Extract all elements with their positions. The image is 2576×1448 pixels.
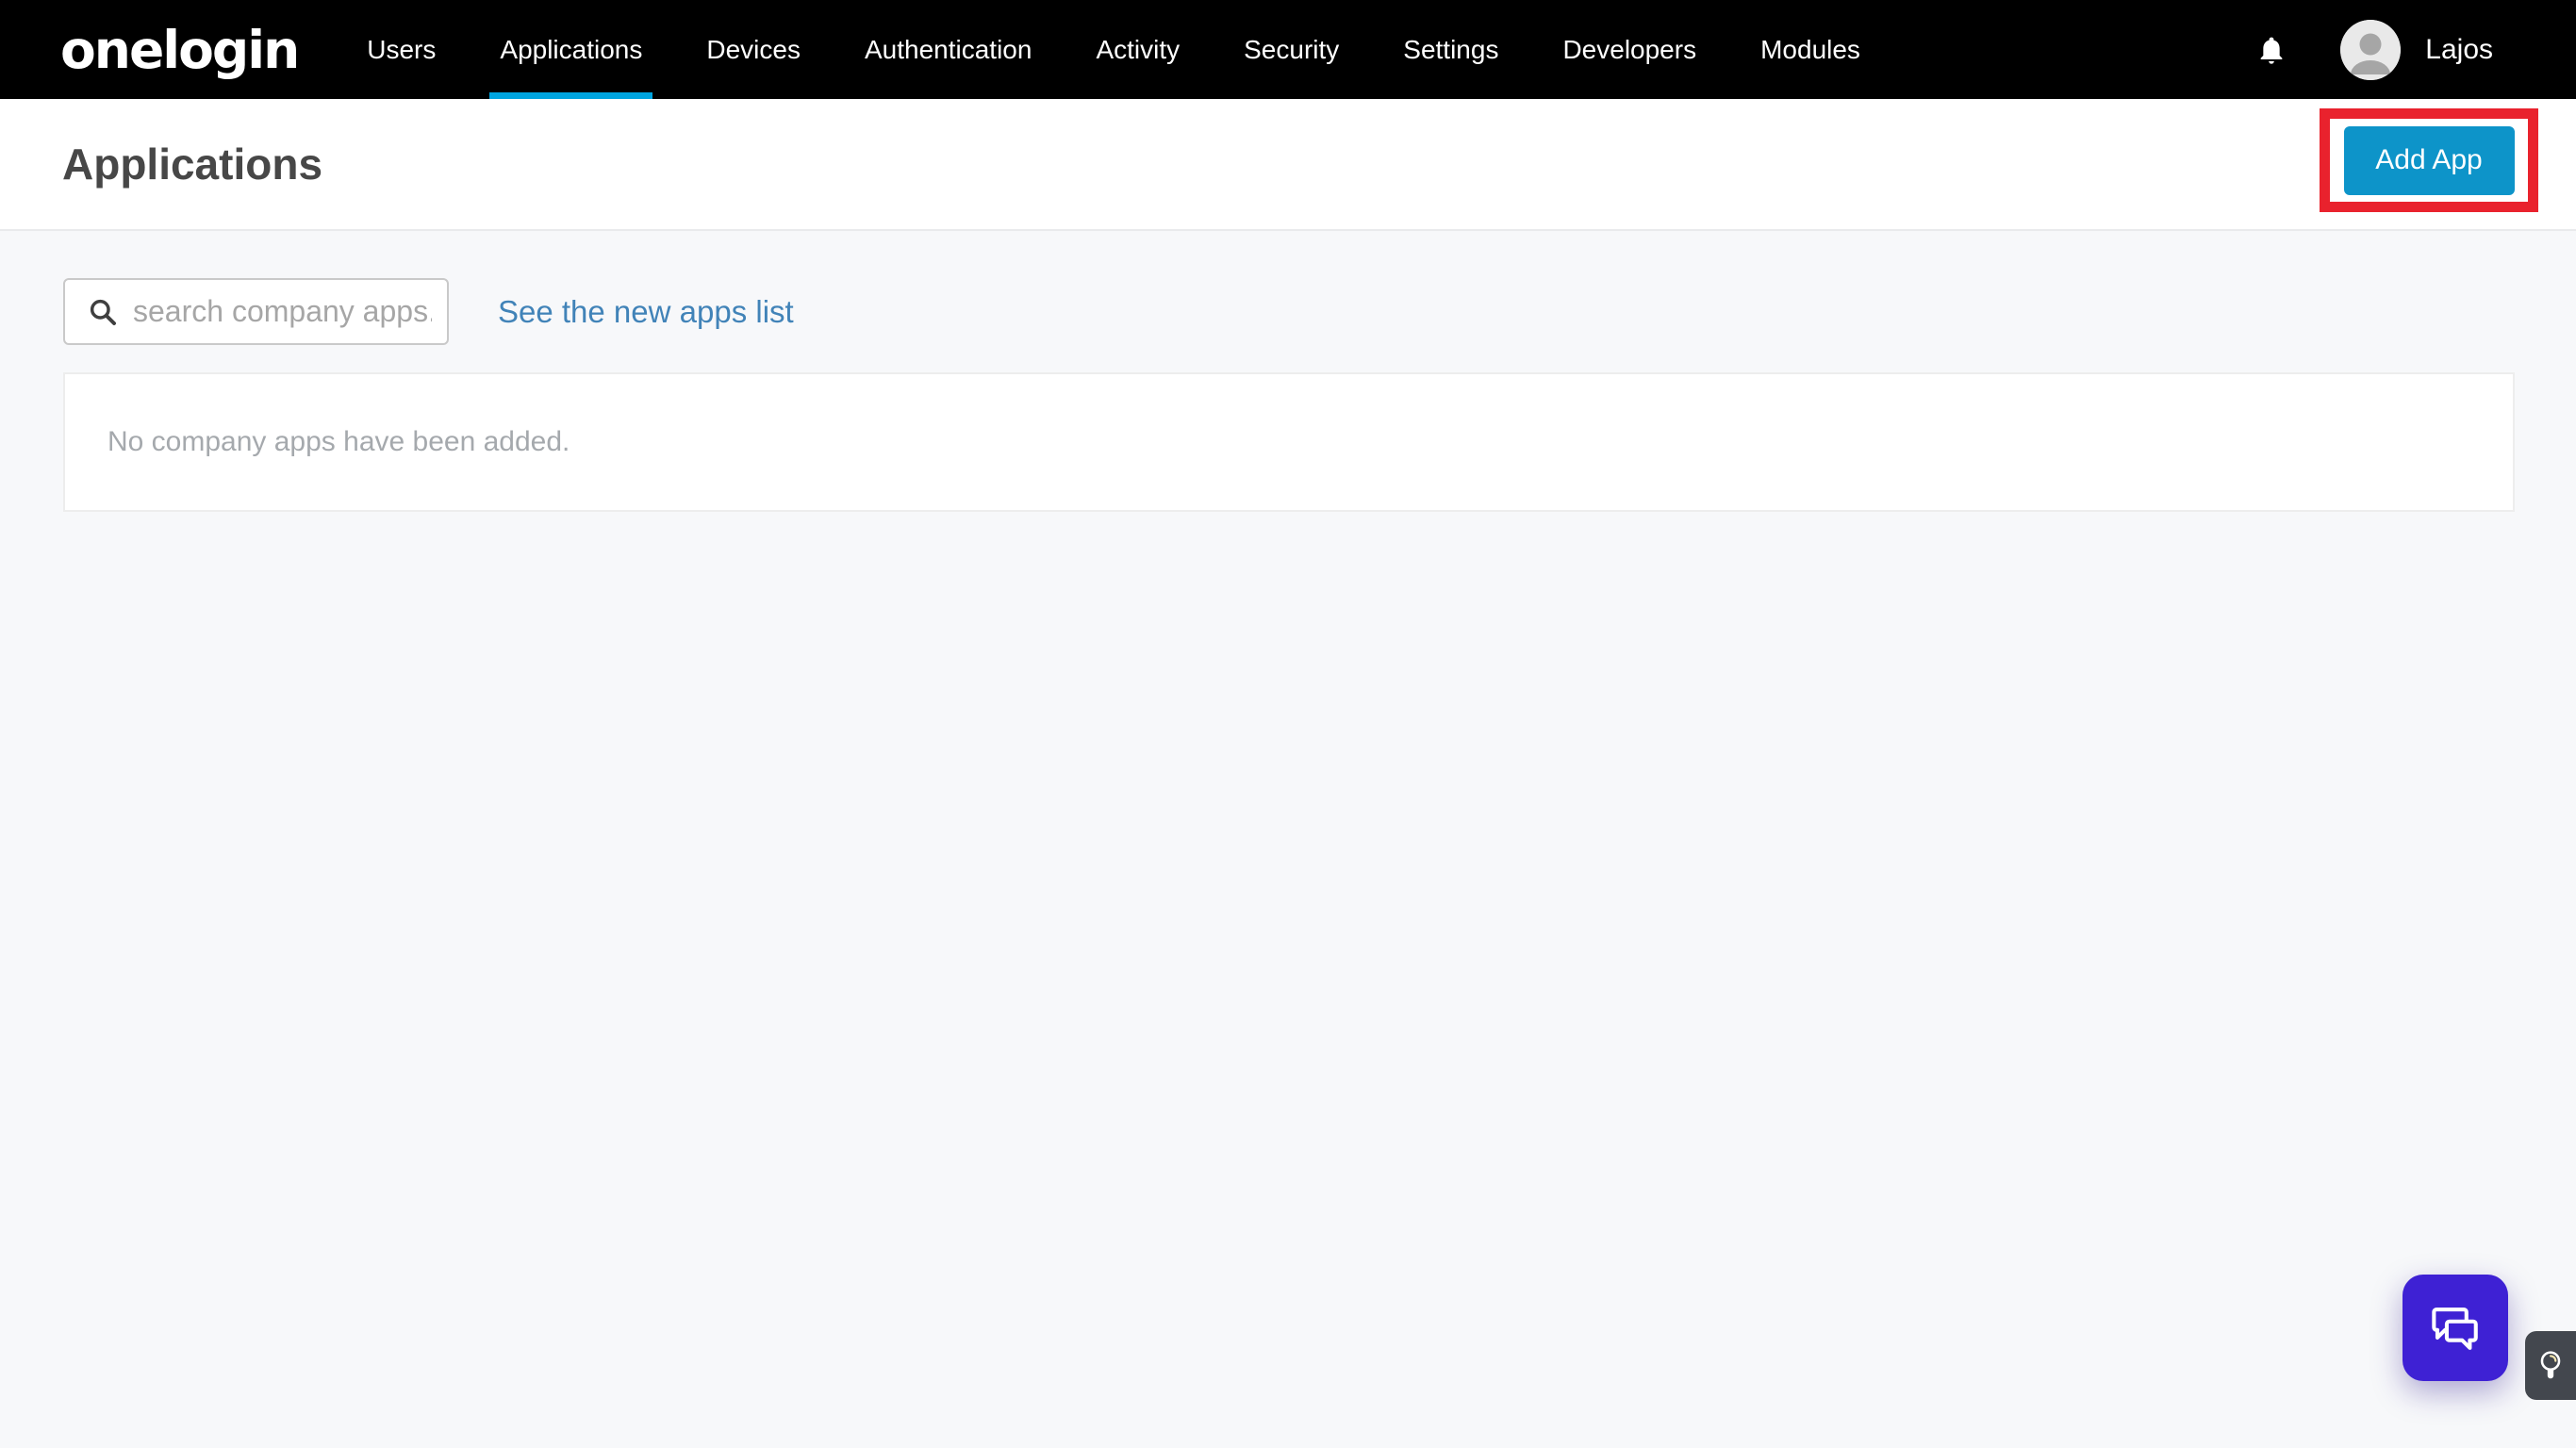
search-input[interactable]	[133, 294, 432, 329]
add-app-button[interactable]: Add App	[2344, 126, 2515, 195]
nav-item-applications[interactable]: Applications	[497, 0, 645, 99]
nav-item-settings[interactable]: Settings	[1400, 0, 1501, 99]
user-avatar[interactable]	[2340, 20, 2401, 80]
main-nav: Users Applications Devices Authenticatio…	[364, 0, 1863, 99]
nav-item-authentication[interactable]: Authentication	[862, 0, 1034, 99]
top-navigation-bar: onelogin Users Applications Devices Auth…	[0, 0, 2576, 99]
nav-item-users[interactable]: Users	[364, 0, 438, 99]
search-icon	[88, 297, 118, 327]
nav-item-activity[interactable]: Activity	[1093, 0, 1182, 99]
content-area: See the new apps list No company apps ha…	[0, 233, 2576, 1448]
chat-bubbles-icon	[2426, 1301, 2485, 1356]
nav-item-developers[interactable]: Developers	[1560, 0, 1699, 99]
nav-item-modules[interactable]: Modules	[1758, 0, 1863, 99]
page-header: Applications Add App	[0, 99, 2576, 231]
empty-apps-message: No company apps have been added.	[107, 426, 570, 458]
nav-item-devices[interactable]: Devices	[703, 0, 803, 99]
lightbulb-icon	[2538, 1350, 2563, 1382]
chat-widget-button[interactable]	[2403, 1275, 2508, 1381]
tips-tab[interactable]	[2525, 1331, 2576, 1400]
notification-bell-icon[interactable]	[2255, 32, 2287, 68]
company-apps-search[interactable]	[63, 278, 449, 345]
onelogin-admin-page: onelogin Users Applications Devices Auth…	[0, 0, 2576, 1448]
onelogin-logo[interactable]: onelogin	[60, 0, 298, 99]
annotation-highlight: Add App	[2320, 108, 2538, 212]
nav-item-security[interactable]: Security	[1241, 0, 1342, 99]
topbar-right-section: Lajos	[2255, 0, 2493, 99]
user-name[interactable]: Lajos	[2425, 34, 2493, 66]
empty-apps-panel: No company apps have been added.	[63, 372, 2515, 512]
see-new-apps-link[interactable]: See the new apps list	[498, 278, 794, 345]
page-title: Applications	[62, 139, 322, 189]
